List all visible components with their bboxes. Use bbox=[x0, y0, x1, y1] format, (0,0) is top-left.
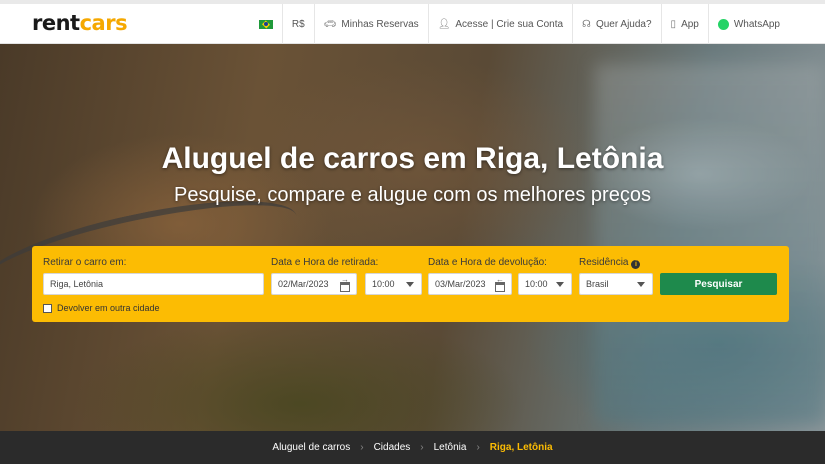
return-time-select[interactable]: 10:00 bbox=[518, 273, 572, 295]
nav-account-label: Acesse | Crie sua Conta bbox=[455, 18, 564, 30]
breadcrumb-item-cities[interactable]: Cidades bbox=[374, 442, 411, 453]
residence-label-text: Residência bbox=[579, 257, 629, 268]
nav-help[interactable]: ☊ Quer Ajuda? bbox=[572, 4, 661, 44]
nav-account[interactable]: 👤︎ Acesse | Crie sua Conta bbox=[427, 4, 572, 44]
nav-reservations-label: Minhas Reservas bbox=[341, 18, 419, 30]
breadcrumb-current: Riga, Letônia bbox=[489, 442, 553, 453]
calendar-icon bbox=[340, 282, 350, 292]
search-form: Retirar o carro em: Riga, Letônia Data e… bbox=[32, 246, 789, 322]
info-icon[interactable]: i bbox=[631, 260, 641, 269]
return-other-city-label: Devolver em outra cidade bbox=[57, 303, 160, 313]
search-button[interactable]: Pesquisar bbox=[660, 273, 777, 295]
breadcrumb-item-car-rental[interactable]: Aluguel de carros bbox=[272, 442, 350, 453]
nav-app[interactable]: ▯ App bbox=[660, 4, 708, 44]
logo-cars: cars bbox=[79, 11, 128, 35]
nav-app-label: App bbox=[681, 18, 699, 30]
hero-banner: Aluguel de carros em Riga, Letônia Pesqu… bbox=[0, 44, 825, 431]
breadcrumb: Aluguel de carros › Cidades › Letônia › … bbox=[0, 431, 825, 464]
pickup-time-value: 10:00 bbox=[372, 279, 395, 289]
hero-sea bbox=[595, 64, 825, 424]
pickup-date-label: Data e Hora de retirada: bbox=[271, 257, 379, 268]
hero-subtitle: Pesquise, compare e alugue com os melhor… bbox=[174, 184, 651, 206]
phone-icon: ▯ bbox=[670, 18, 677, 30]
brazil-flag-icon bbox=[258, 19, 273, 29]
return-time-value: 10:00 bbox=[525, 279, 548, 289]
rentcars-logo[interactable]: rentcars bbox=[32, 11, 128, 35]
pickup-location-label: Retirar o carro em: bbox=[43, 257, 127, 268]
return-date-input[interactable]: 03/Mar/2023 ← bbox=[428, 273, 512, 295]
checkbox-box[interactable] bbox=[43, 303, 52, 313]
pickup-location-value: Riga, Letônia bbox=[50, 279, 104, 289]
language-selector[interactable] bbox=[250, 4, 282, 44]
breadcrumb-separator: › bbox=[360, 442, 364, 453]
logo-rent: rent bbox=[32, 11, 80, 35]
return-date-value: 03/Mar/2023 bbox=[435, 279, 486, 289]
hero-title: Aluguel de carros em Riga, Letônia bbox=[161, 142, 664, 175]
pickup-location-input[interactable]: Riga, Letônia bbox=[43, 273, 264, 295]
currency-label: R$ bbox=[291, 18, 305, 30]
user-icon: 👤︎ bbox=[437, 18, 451, 30]
return-other-city-checkbox[interactable]: Devolver em outra cidade bbox=[43, 303, 160, 313]
currency-selector[interactable]: R$ bbox=[281, 4, 314, 44]
nav-whatsapp-label: WhatsApp bbox=[733, 18, 780, 30]
return-date-label: Data e Hora de devolução: bbox=[428, 257, 547, 268]
residence-label: Residência i bbox=[579, 257, 641, 269]
residence-value: Brasil bbox=[586, 279, 609, 289]
headset-icon: ☊ bbox=[582, 18, 591, 30]
nav-whatsapp[interactable]: WhatsApp bbox=[707, 4, 789, 44]
nav-reservations[interactable]: 🚗︎ Minhas Reservas bbox=[313, 4, 428, 44]
car-icon: 🚗︎ bbox=[323, 18, 337, 30]
nav-help-label: Quer Ajuda? bbox=[595, 18, 652, 30]
site-header: rentcars R$ 🚗︎ Minhas Reservas 👤︎ Acesse… bbox=[0, 4, 825, 44]
top-nav: R$ 🚗︎ Minhas Reservas 👤︎ Acesse | Crie s… bbox=[250, 4, 789, 44]
breadcrumb-separator: › bbox=[476, 442, 480, 453]
calendar-icon bbox=[495, 282, 505, 292]
breadcrumb-separator: › bbox=[420, 442, 424, 453]
breadcrumb-item-latvia[interactable]: Letônia bbox=[434, 442, 467, 453]
pickup-date-value: 02/Mar/2023 bbox=[278, 279, 329, 289]
pickup-time-select[interactable]: 10:00 bbox=[365, 273, 422, 295]
pickup-date-input[interactable]: 02/Mar/2023 → bbox=[271, 273, 357, 295]
whatsapp-icon bbox=[717, 18, 729, 30]
residence-select[interactable]: Brasil bbox=[579, 273, 653, 295]
